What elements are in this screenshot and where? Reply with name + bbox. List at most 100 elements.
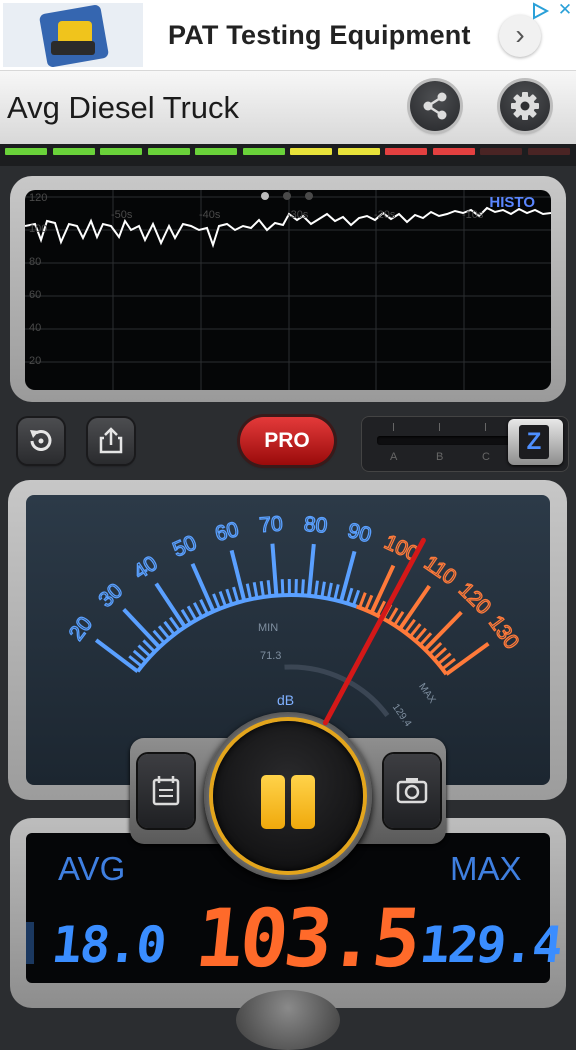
gauge-scale-label: 110 [420,551,461,589]
gauge-tick [268,580,270,596]
level-segment [53,148,95,155]
pro-button[interactable]: PRO [240,417,334,465]
level-segment [433,148,475,155]
page-indicator-dot [305,192,313,200]
gauge-tick [446,644,488,675]
ad-banner[interactable]: PAT Testing Equipment › ✕ [0,0,576,71]
ad-choices-icon[interactable] [531,2,551,20]
graph-y-tick: 40 [29,322,41,334]
gauge-scale-label: 130 [484,612,523,654]
gauge-tick [347,588,352,603]
gauge-tick [425,612,461,649]
gauge-tick [124,609,160,647]
current-db-value: 103.5 [191,892,422,985]
share-icon [410,81,460,131]
gauge-scale-label: 80 [303,513,328,538]
level-segment [243,148,285,155]
gauge-tick [194,603,201,617]
upload-icon [88,418,134,464]
gauge-scale-label: 20 [65,613,97,645]
gauge-tick [214,594,220,609]
histo-label: HISTO [489,194,535,211]
graph-y-tick: 100 [29,223,47,235]
max-value: 129.4 [417,916,564,974]
close-icon[interactable]: ✕ [555,0,575,20]
gauge-tick [188,606,196,620]
weighting-selected: Z [519,425,549,459]
gauge-tick [335,584,339,600]
gauge-scale-label: 70 [258,512,283,537]
level-segment [338,148,380,155]
gauge-tick [400,586,429,629]
log-button[interactable] [138,754,194,828]
reset-button[interactable] [18,418,64,464]
gauge-tick [360,593,366,608]
gauge-tick [322,582,325,598]
gauge-tick [220,591,225,606]
chevron-right-icon[interactable]: › [499,15,541,57]
graph-y-tick: 120 [29,192,47,204]
gauge-tick [377,601,384,615]
ad-title[interactable]: PAT Testing Equipment [168,20,471,51]
gauge-tick [389,608,397,622]
gear-icon [500,81,550,131]
gauge-unit: dB [277,692,294,708]
export-button[interactable] [88,418,134,464]
gauge-scale-label: 40 [130,552,162,584]
pause-button[interactable] [213,721,363,871]
gauge-min-value: 71.3 [260,650,281,662]
gauge-tick [353,590,358,605]
min-max-arc [285,667,388,715]
share-button[interactable] [410,81,460,131]
gauge-scale-label: 100 [381,531,422,567]
gauge-tick [227,589,232,604]
gauge-tick [383,605,391,619]
weighting-label-c: C [482,451,490,463]
gauge-min-label: MIN [258,622,278,634]
gauge-tick [201,600,208,614]
level-segment [148,148,190,155]
gauge-tick [366,595,372,610]
level-segment [195,148,237,155]
level-segment [480,148,522,155]
gauge-tick [341,551,355,601]
graph-y-tick: 80 [29,256,41,268]
level-segment [290,148,332,155]
gauge-tick [232,550,245,600]
graph-x-tick: -20s [374,209,395,221]
gauge-tick [254,582,257,598]
max-label: MAX [450,850,522,888]
gear-icon[interactable] [236,990,340,1050]
gauge-scale-label: 30 [94,579,127,612]
gauge-tick [261,581,263,597]
page-title: Avg Diesel Truck [7,90,239,126]
weighting-label-b: B [436,451,443,463]
ad-thumbnail[interactable] [3,3,143,67]
weighting-label-a: A [390,451,397,463]
camera-icon [384,754,440,828]
gauge-tick [328,583,331,599]
graph-y-tick: 20 [29,355,41,367]
settings-button[interactable] [500,81,550,131]
graph-y-tick: 60 [29,289,41,301]
refresh-icon [18,418,64,464]
gauge-tick [234,587,238,602]
weighting-track[interactable] [377,436,517,445]
history-graph[interactable]: HISTO 12010080604020-50s-40s-30s-20s-10s [25,190,551,390]
gauge-tick [272,544,276,596]
gauge-tick [309,544,314,596]
pause-icon-left-bar [261,775,285,829]
level-segment [5,148,47,155]
level-meter-strip [0,144,576,166]
graph-x-tick: -10s [462,209,483,221]
notepad-icon [138,754,194,828]
gauge-tick [302,579,303,595]
gauge-tick [315,581,317,597]
avg-label: AVG [58,850,125,888]
level-segment [100,148,142,155]
gauge-scale-label: 50 [169,531,200,561]
page-indicator-dot [283,192,291,200]
camera-button[interactable] [384,754,440,828]
pause-icon-right-bar [291,775,315,829]
avg-value: 18.0 [49,916,168,974]
